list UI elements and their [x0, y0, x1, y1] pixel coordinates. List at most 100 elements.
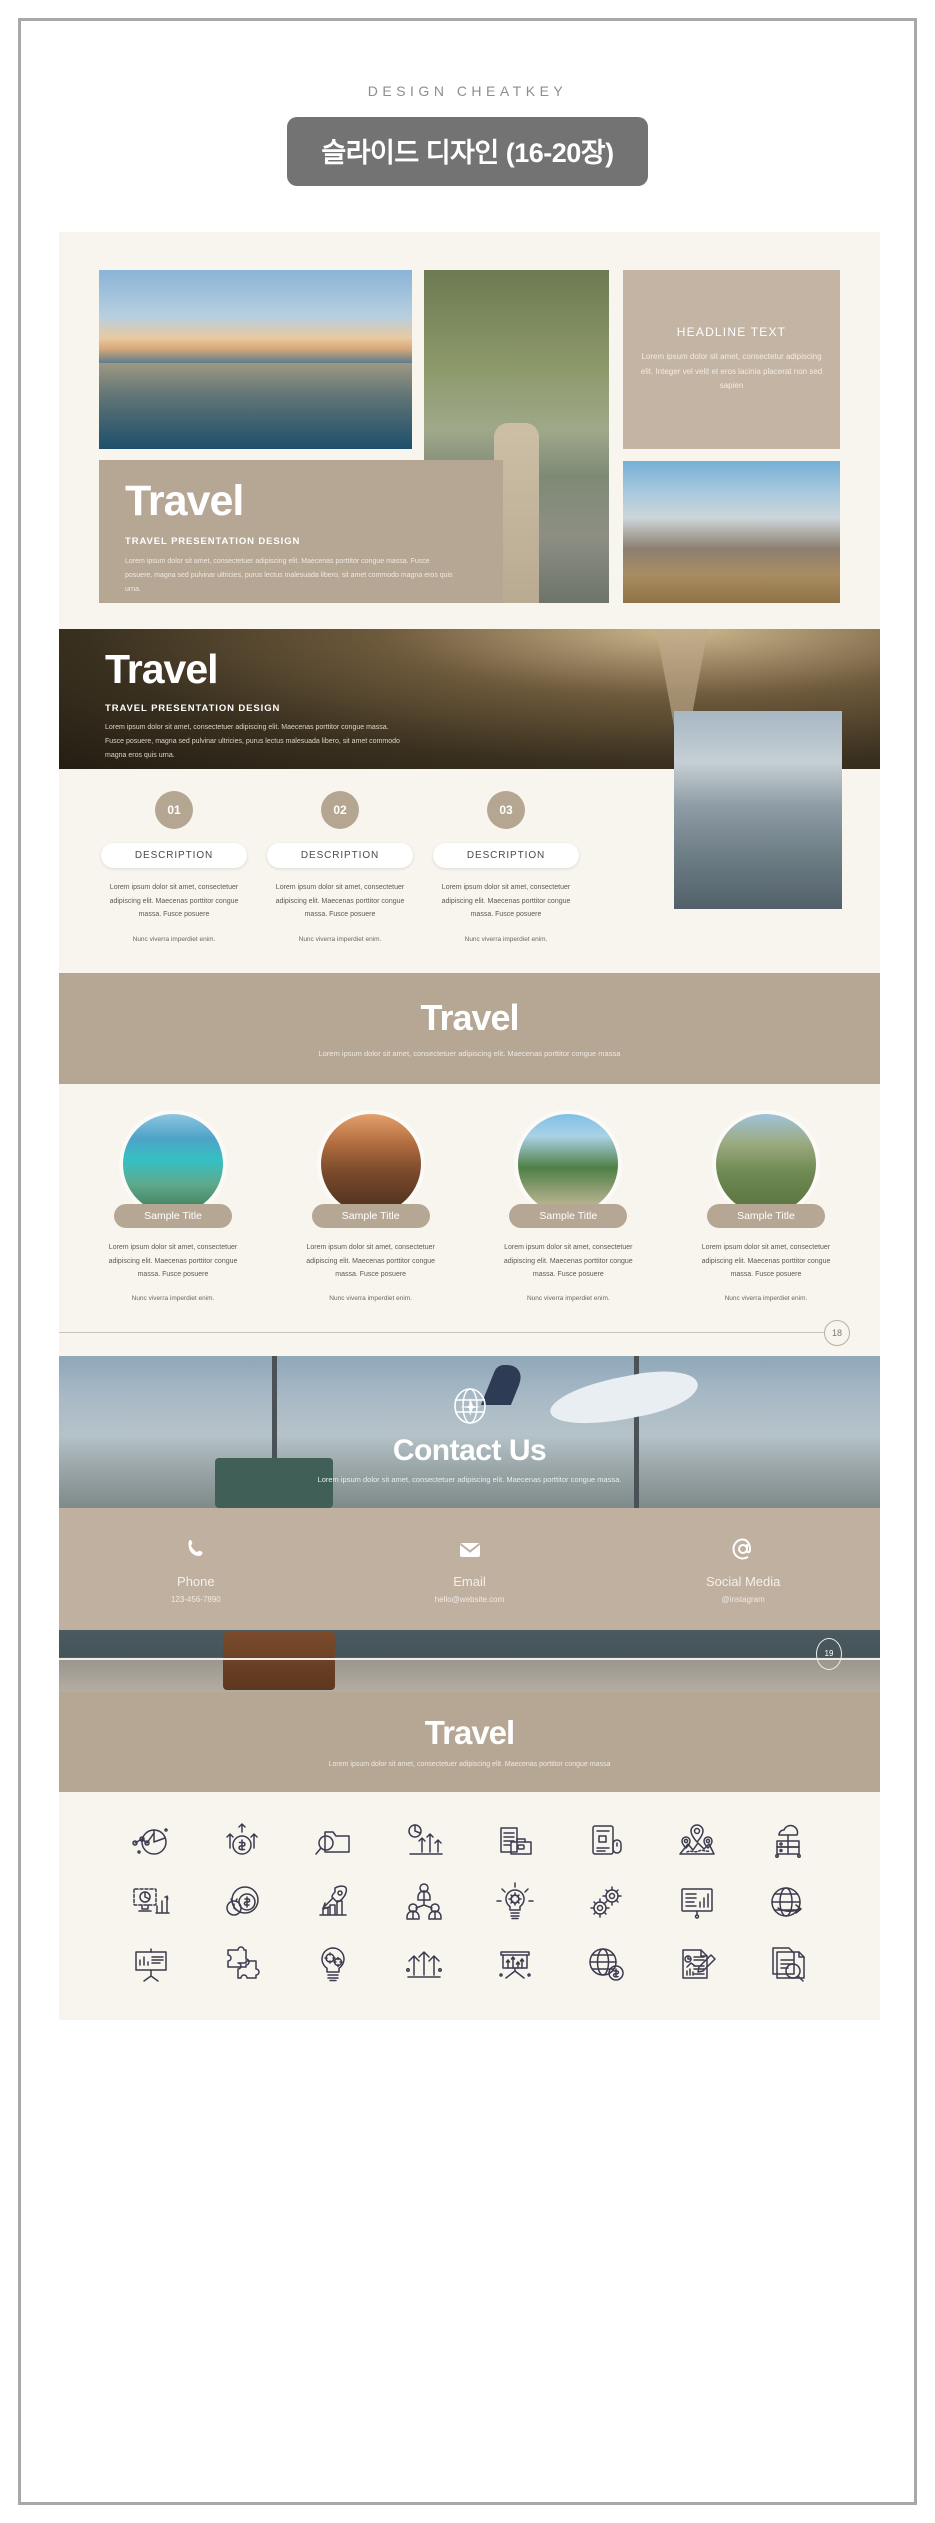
slide-steps[interactable]: Travel TRAVEL PRESENTATION DESIGN Lorem … [59, 629, 880, 973]
step-number: 01 [155, 791, 193, 829]
pie-chart-line-icon[interactable] [129, 1818, 173, 1862]
card-note: Nunc viverra imperdiet enim. [329, 1294, 413, 1302]
bulb-gears-icon[interactable] [311, 1942, 355, 1986]
headline-body: Lorem ipsum dolor sit amet, consectetur … [640, 351, 823, 391]
lake-sunrise-photo [99, 270, 412, 449]
step-body: Lorem ipsum dolor sit amet, consectetuer… [275, 884, 405, 919]
airport-hero-photo: Contact Us Lorem ipsum dolor sit amet, c… [59, 1355, 880, 1508]
step-note: Nunc viverra imperdiet enim. [298, 935, 382, 943]
documents-briefcase-icon[interactable] [493, 1818, 537, 1862]
travel-body: Lorem ipsum dolor sit amet, consectetuer… [125, 558, 453, 593]
contact-subtitle: Lorem ipsum dolor sit amet, consectetuer… [317, 1474, 622, 1484]
slide-icons[interactable]: Travel Lorem ipsum dolor sit amet, conse… [59, 1691, 880, 2020]
page-number-badge: 19 [816, 1637, 842, 1670]
step-item[interactable]: 02 DESCRIPTION Lorem ipsum dolor sit ame… [267, 791, 413, 943]
eyebrow-label: DESIGN CHEATKEY [367, 83, 568, 99]
card-item[interactable]: Sample Title Lorem ipsum dolor sit amet,… [87, 1109, 259, 1302]
rocket-chart-icon[interactable] [311, 1880, 355, 1924]
step-label[interactable]: DESCRIPTION [267, 843, 413, 868]
banner-subtitle: Lorem ipsum dolor sit amet, consectetuer… [328, 1760, 611, 1768]
growth-arrows-icon[interactable] [402, 1942, 446, 1986]
at-sign-icon [606, 1534, 880, 1564]
banner-title: Travel [420, 996, 519, 1038]
cards-banner: Travel Lorem ipsum dolor sit amet, conse… [59, 972, 880, 1084]
card-body: Lorem ipsum dolor sit amet, consectetuer… [503, 1243, 633, 1279]
step-note: Nunc viverra imperdiet enim. [464, 935, 548, 943]
map-pins-icon[interactable] [675, 1818, 719, 1862]
globe-arrow-icon[interactable] [766, 1880, 810, 1924]
lightbulb-gear-icon[interactable] [493, 1880, 537, 1924]
card-item[interactable]: Sample Title Lorem ipsum dolor sit amet,… [285, 1109, 457, 1302]
page-title: 슬라이드 디자인 (16-20장) [287, 117, 648, 186]
slide-cards[interactable]: Travel Lorem ipsum dolor sit amet, conse… [59, 972, 880, 1356]
card-title[interactable]: Sample Title [114, 1203, 232, 1228]
card-title[interactable]: Sample Title [509, 1203, 628, 1228]
contact-label: Social Media [705, 1573, 781, 1589]
trunk-shape [223, 1631, 336, 1690]
card-title[interactable]: Sample Title [706, 1203, 825, 1228]
money-growth-icon[interactable] [220, 1818, 264, 1862]
card-body: Lorem ipsum dolor sit amet, consectetuer… [701, 1243, 831, 1279]
woman-with-map-photo [674, 711, 842, 909]
page-marker-line [59, 1332, 825, 1334]
page-marker: 18 [59, 1313, 880, 1356]
tropical-island-photo [119, 1109, 227, 1218]
puzzle-icon[interactable] [220, 1942, 264, 1986]
report-pen-icon[interactable] [675, 1942, 719, 1986]
envelope-icon [333, 1534, 607, 1564]
step-item[interactable]: 01 DESCRIPTION Lorem ipsum dolor sit ame… [101, 791, 247, 943]
mountain-backpacker-photo [711, 1109, 820, 1218]
step-body: Lorem ipsum dolor sit amet, consectetuer… [109, 884, 239, 919]
travel-title-card: Travel TRAVEL PRESENTATION DESIGN Lorem … [99, 460, 503, 603]
card-note: Nunc viverra imperdiet enim. [131, 1294, 215, 1302]
step-label[interactable]: DESCRIPTION [101, 843, 247, 868]
travel-title: Travel [125, 477, 244, 525]
easel-chart-icon[interactable] [493, 1942, 537, 1986]
steps-list: 01 DESCRIPTION Lorem ipsum dolor sit ame… [59, 791, 579, 943]
clock-coin-icon[interactable] [220, 1880, 264, 1924]
document-mouse-icon[interactable] [584, 1818, 628, 1862]
globe-coin-icon[interactable] [584, 1942, 628, 1986]
cloud-server-icon[interactable] [766, 1818, 810, 1862]
document-search-icon[interactable] [766, 1942, 810, 1986]
contact-item-phone[interactable]: Phone 123-456-7890 [59, 1534, 333, 1606]
step-number: 03 [487, 791, 525, 829]
desert-road-sunset-photo [316, 1109, 425, 1218]
step-note: Nunc viverra imperdiet enim. [132, 935, 216, 943]
headline-text-box: HEADLINE TEXT Lorem ipsum dolor sit amet… [623, 270, 840, 449]
contact-label: Phone [177, 1573, 215, 1589]
magnifier-folder-icon[interactable] [311, 1818, 355, 1862]
contact-title: Contact Us [392, 1433, 547, 1467]
card-title[interactable]: Sample Title [311, 1203, 430, 1228]
phone-icon [59, 1534, 333, 1564]
card-item[interactable]: Sample Title Lorem ipsum dolor sit amet,… [680, 1109, 852, 1302]
luggage-footer-photo: 19 [59, 1629, 880, 1692]
contact-bar: Phone 123-456-7890 Email hello@website.c… [59, 1507, 880, 1630]
card-note: Nunc viverra imperdiet enim. [526, 1294, 610, 1302]
card-list: Sample Title Lorem ipsum dolor sit amet,… [87, 1109, 852, 1302]
contact-item-email[interactable]: Email hello@website.com [333, 1534, 607, 1606]
contact-item-social[interactable]: Social Media @instagram [606, 1534, 880, 1606]
page-frame: DESIGN CHEATKEY 슬라이드 디자인 (16-20장) HEADLI… [18, 18, 917, 2505]
contact-value: hello@website.com [434, 1594, 505, 1604]
presentation-chart-icon[interactable] [675, 1880, 719, 1924]
mountain-hiker-photo [623, 461, 840, 603]
page-number-badge: 18 [824, 1319, 850, 1346]
slide-contact[interactable]: Contact Us Lorem ipsum dolor sit amet, c… [59, 1355, 880, 1692]
slide-collage[interactable]: HEADLINE TEXT Lorem ipsum dolor sit amet… [59, 232, 880, 629]
card-item[interactable]: Sample Title Lorem ipsum dolor sit amet,… [482, 1109, 654, 1302]
step-label[interactable]: DESCRIPTION [433, 843, 579, 868]
chart-arrows-icon[interactable] [402, 1818, 446, 1862]
slide-deck: HEADLINE TEXT Lorem ipsum dolor sit amet… [59, 232, 880, 2020]
presentation-board-icon[interactable] [129, 1942, 173, 1986]
card-body: Lorem ipsum dolor sit amet, consectetuer… [108, 1243, 238, 1279]
travel-subtitle: TRAVEL PRESENTATION DESIGN [125, 536, 301, 547]
contact-value: @instagram [721, 1594, 765, 1604]
globe-plane-icon [453, 1388, 486, 1424]
team-users-icon[interactable] [402, 1880, 446, 1924]
hero-subtitle: TRAVEL PRESENTATION DESIGN [105, 703, 281, 714]
gears-icon[interactable] [584, 1880, 628, 1924]
step-item[interactable]: 03 DESCRIPTION Lorem ipsum dolor sit ame… [433, 791, 579, 943]
step-body: Lorem ipsum dolor sit amet, consectetuer… [441, 884, 571, 919]
monitor-chart-icon[interactable] [129, 1880, 173, 1924]
